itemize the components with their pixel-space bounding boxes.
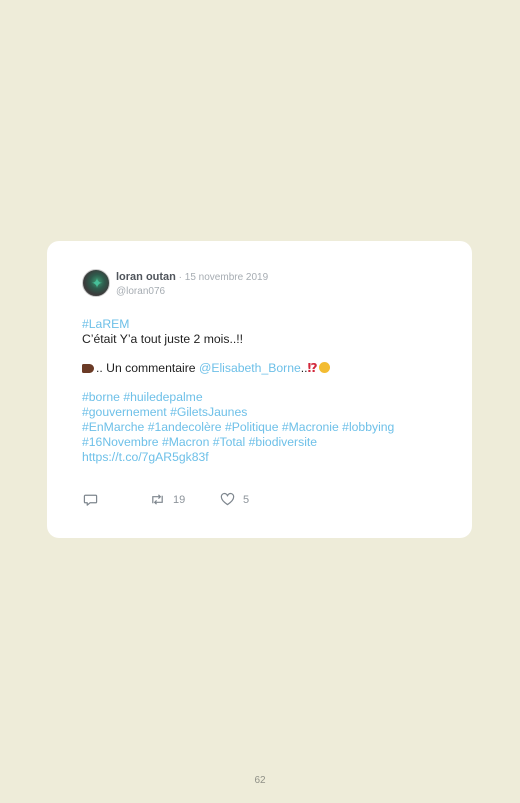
- tweet-date[interactable]: 15 novembre 2019: [185, 272, 268, 283]
- hashtag-line[interactable]: #LaREM: [82, 317, 458, 332]
- mention-link[interactable]: @Elisabeth_Borne: [199, 361, 301, 375]
- hashtag-line[interactable]: #16Novembre #Macron #Total #biodiversite: [82, 435, 458, 450]
- reply-icon: [83, 494, 98, 506]
- retweet-count: 19: [173, 493, 186, 506]
- tweet-header: loran outan · 15 novembre 2019 @loran076: [116, 270, 462, 298]
- author-handle[interactable]: @loran076: [116, 286, 462, 298]
- backhand-index-pointing-right-emoji: [82, 364, 94, 373]
- page: { "tweet": { "author_name": "loran outan…: [0, 0, 520, 803]
- like-count: 5: [243, 493, 250, 506]
- retweet-button[interactable]: 19: [150, 492, 185, 507]
- avatar-figure-icon: ✦: [91, 275, 103, 291]
- comment-prefix: .. Un commentaire: [96, 361, 199, 375]
- retweet-icon: [152, 494, 163, 505]
- tweet-text: #LaREM C’était Y’a tout juste 2 mois..!!…: [82, 317, 458, 465]
- thinking-face-emoji: [318, 362, 330, 373]
- tweet-card: ✦ loran outan · 15 novembre 2019 @loran0…: [47, 241, 472, 538]
- exclamation-question-emoji: ⁉: [307, 361, 318, 375]
- tweet-text-line: C’était Y’a tout juste 2 mois..!!: [82, 332, 243, 346]
- hashtag-line[interactable]: #borne #huiledepalme: [82, 390, 458, 405]
- page-number: 62: [254, 775, 266, 786]
- like-button[interactable]: 5: [220, 492, 249, 507]
- tweet-url-link[interactable]: https://t.co/7gAR5gk83f: [82, 450, 458, 465]
- avatar[interactable]: ✦: [82, 269, 110, 297]
- comment-line: .. Un commentaire @Elisabeth_Borne..⁉: [82, 361, 458, 376]
- reply-button[interactable]: [83, 492, 98, 507]
- author-name[interactable]: loran outan: [116, 271, 176, 283]
- hashtag-line[interactable]: #EnMarche #1andecolère #Politique #Macro…: [82, 420, 458, 435]
- heart-icon: [220, 492, 235, 506]
- comment-suffix: ..: [300, 361, 308, 375]
- tweet-actions: 19 5: [83, 492, 303, 510]
- hashtag-line[interactable]: #gouvernement #GiletsJaunes: [82, 405, 458, 420]
- name-line: loran outan · 15 novembre 2019: [116, 270, 462, 285]
- separator-dot: ·: [175, 272, 185, 283]
